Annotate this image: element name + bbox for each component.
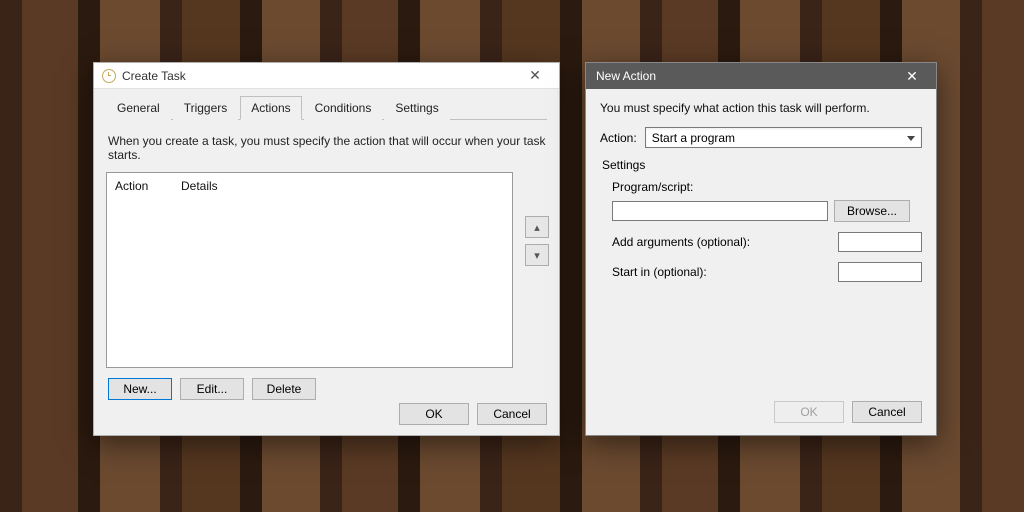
- actions-button-row: New... Edit... Delete: [108, 378, 547, 400]
- column-action: Action: [115, 179, 181, 193]
- create-task-dialog: Create Task ✕ General Triggers Actions C…: [93, 62, 560, 436]
- move-down-button[interactable]: ▾: [525, 244, 549, 266]
- move-up-button[interactable]: ▴: [525, 216, 549, 238]
- new-action-title: New Action: [596, 69, 656, 83]
- new-action-footer: OK Cancel: [774, 401, 922, 423]
- reorder-buttons: ▴ ▾: [525, 216, 549, 266]
- create-task-tabs: General Triggers Actions Conditions Sett…: [106, 95, 547, 120]
- cancel-button[interactable]: Cancel: [852, 401, 922, 423]
- close-button[interactable]: ✕: [890, 64, 934, 88]
- create-task-body: General Triggers Actions Conditions Sett…: [94, 89, 559, 435]
- close-button[interactable]: ✕: [513, 64, 557, 88]
- action-select[interactable]: Start a program: [645, 127, 922, 148]
- tab-actions[interactable]: Actions: [240, 96, 301, 120]
- tab-general[interactable]: General: [106, 96, 171, 120]
- new-action-description: You must specify what action this task w…: [600, 101, 922, 115]
- start-in-label: Start in (optional):: [612, 265, 832, 279]
- browse-button[interactable]: Browse...: [834, 200, 910, 222]
- close-icon: ✕: [906, 68, 918, 85]
- create-task-titlebar: Create Task ✕: [94, 63, 559, 89]
- column-details: Details: [181, 179, 504, 193]
- arguments-input[interactable]: [838, 232, 922, 252]
- new-action-titlebar: New Action ✕: [586, 63, 936, 89]
- tab-conditions[interactable]: Conditions: [304, 96, 383, 120]
- tab-triggers[interactable]: Triggers: [173, 96, 239, 120]
- create-task-footer: OK Cancel: [399, 403, 547, 425]
- chevron-up-icon: ▴: [534, 221, 540, 234]
- program-script-label: Program/script:: [612, 180, 922, 194]
- actions-help-text: When you create a task, you must specify…: [108, 134, 547, 162]
- program-script-input[interactable]: [612, 201, 828, 221]
- tab-settings[interactable]: Settings: [384, 96, 449, 120]
- ok-button[interactable]: OK: [774, 401, 844, 423]
- new-action-button[interactable]: New...: [108, 378, 172, 400]
- actions-tab-page: When you create a task, you must specify…: [106, 120, 547, 400]
- chevron-down-icon: ▾: [534, 249, 540, 262]
- action-label: Action:: [600, 131, 637, 145]
- actions-list[interactable]: Action Details: [106, 172, 513, 368]
- arguments-label: Add arguments (optional):: [612, 235, 832, 249]
- start-in-input[interactable]: [838, 262, 922, 282]
- create-task-title: Create Task: [122, 69, 186, 83]
- delete-action-button[interactable]: Delete: [252, 378, 316, 400]
- cancel-button[interactable]: Cancel: [477, 403, 547, 425]
- actions-list-header: Action Details: [107, 173, 512, 199]
- clock-icon: [102, 69, 116, 83]
- action-select-value: Start a program: [652, 131, 735, 145]
- ok-button[interactable]: OK: [399, 403, 469, 425]
- close-icon: ✕: [529, 67, 541, 84]
- action-row: Action: Start a program: [600, 127, 922, 148]
- new-action-body: You must specify what action this task w…: [586, 89, 936, 435]
- new-action-dialog: New Action ✕ You must specify what actio…: [585, 62, 937, 436]
- settings-group: Program/script: Browse... Add arguments …: [612, 180, 922, 282]
- settings-group-label: Settings: [602, 158, 922, 172]
- edit-action-button[interactable]: Edit...: [180, 378, 244, 400]
